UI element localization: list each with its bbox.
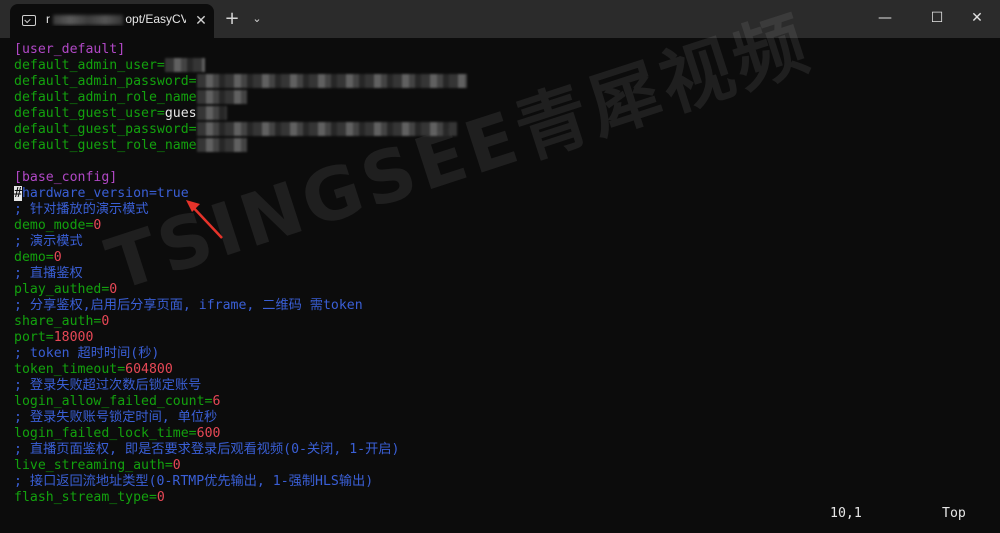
terminal-line: ; 演示模式 — [14, 234, 994, 250]
line-segment: flash_stream_type= — [14, 490, 157, 505]
line-segment: 0 — [101, 314, 110, 329]
line-segment: ; 直播鉴权 — [14, 266, 83, 281]
terminal-line: ; 针对播放的演示模式 — [14, 202, 994, 218]
line-segment: default_admin_user= — [14, 58, 165, 73]
new-tab-button[interactable]: + — [222, 9, 242, 29]
line-segment: share_auth= — [14, 314, 102, 329]
line-segment: demo= — [14, 250, 54, 265]
close-window-button[interactable]: ✕ — [954, 0, 1000, 36]
red-arrow-annotation — [186, 200, 223, 239]
terminal-line: default_guest_password= — [14, 122, 994, 138]
tab-title: r opt/EasyCVR- — [46, 12, 186, 26]
terminal-line: ; 接口返回流地址类型(0-RTMP优先输出, 1-强制HLS输出) — [14, 474, 994, 490]
line-segment: # — [14, 186, 22, 201]
tab-terminal[interactable]: r opt/EasyCVR- ✕ — [10, 4, 214, 38]
line-segment: live_streaming_auth= — [14, 458, 173, 473]
minimize-button[interactable]: — — [862, 0, 908, 36]
line-segment: default_admin_role_name — [14, 90, 197, 105]
line-segment: ; 演示模式 — [14, 234, 83, 249]
line-segment: 0 — [156, 490, 165, 505]
title-bar: r opt/EasyCVR- ✕ + ⌄ — ☐ ✕ — [0, 0, 1000, 38]
terminal-line: login_allow_failed_count=6 — [14, 394, 994, 410]
line-segment: demo_mode= — [14, 218, 94, 233]
line-segment: default_guest_password= — [14, 122, 197, 137]
terminal-line: default_guest_user=gues — [14, 106, 994, 122]
terminal-line: #hardware_version=true — [14, 186, 994, 202]
line-segment: ; 接口返回流地址类型(0-RTMP优先输出, 1-强制HLS输出) — [14, 474, 374, 489]
terminal-icon — [22, 15, 36, 26]
terminal-line: share_auth=0 — [14, 314, 994, 330]
terminal-line: login_failed_lock_time=600 — [14, 426, 994, 442]
line-segment: default_guest_user= — [14, 106, 165, 121]
tab-dropdown-icon[interactable]: ⌄ — [248, 9, 266, 29]
terminal-line: ; 直播页面鉴权, 即是否要求登录后观看视频(0-关闭, 1-开启) — [14, 442, 994, 458]
line-segment: 6 — [212, 394, 221, 409]
cursor-position: 10,1 — [830, 506, 862, 521]
tab-title-prefix: r — [46, 12, 50, 26]
terminal-line: default_admin_password= — [14, 74, 994, 90]
line-segment: [user_default] — [14, 42, 126, 57]
line-segment: hardware_version=true — [21, 186, 189, 201]
redacted-value — [196, 74, 467, 88]
terminal-line: ; 登录失败超过次数后锁定账号 — [14, 378, 994, 394]
terminal-window: r opt/EasyCVR- ✕ + ⌄ — ☐ ✕ TSINGSEE青犀视频 … — [0, 0, 1000, 533]
terminal-line: demo=0 — [14, 250, 994, 266]
line-segment: 18000 — [53, 330, 94, 345]
redacted-value — [196, 90, 247, 104]
line-segment: ; 登录失败账号锁定时间, 单位秒 — [14, 410, 218, 425]
terminal-line: ; 直播鉴权 — [14, 266, 994, 282]
line-segment: login_failed_lock_time= — [14, 426, 197, 441]
line-segment: 604800 — [125, 362, 173, 377]
redacted-value — [196, 138, 247, 152]
line-segment: default_guest_role_name — [14, 138, 197, 153]
tab-title-suffix: opt/EasyCVR- — [125, 12, 186, 26]
terminal-line: live_streaming_auth=0 — [14, 458, 994, 474]
terminal-line: ; token 超时时间(秒) — [14, 346, 994, 362]
terminal-line: ; 登录失败账号锁定时间, 单位秒 — [14, 410, 994, 426]
terminal-line: default_admin_user= — [14, 58, 994, 74]
redacted-path — [53, 14, 124, 25]
terminal-line: token_timeout=604800 — [14, 362, 994, 378]
terminal-line: default_guest_role_name — [14, 138, 994, 154]
terminal-line: play_authed=0 — [14, 282, 994, 298]
line-segment: 0 — [53, 250, 62, 265]
terminal-content[interactable]: [user_default] default_admin_user= default… — [14, 42, 994, 512]
line-segment: gues — [164, 106, 197, 121]
terminal-line: demo_mode=0 — [14, 218, 994, 234]
terminal-line: default_admin_role_name — [14, 90, 994, 106]
terminal-line: flash_stream_type=0 — [14, 490, 994, 506]
line-segment: ; 登录失败超过次数后锁定账号 — [14, 378, 202, 393]
line-segment: token_timeout= — [14, 362, 126, 377]
line-segment: 600 — [196, 426, 221, 441]
redacted-value — [164, 58, 205, 72]
terminal-line: ; 分享鉴权,启用后分享页面, iframe, 二维码 需token — [14, 298, 994, 314]
redacted-value — [196, 122, 457, 136]
tab-close-icon[interactable]: ✕ — [192, 12, 210, 30]
terminal-line: [user_default] — [14, 42, 994, 58]
terminal-line: port=18000 — [14, 330, 994, 346]
redacted-value — [196, 106, 227, 120]
line-segment: 0 — [109, 282, 118, 297]
line-segment: [base_config] — [14, 170, 118, 185]
line-segment: 0 — [172, 458, 181, 473]
line-segment: default_admin_password= — [14, 74, 197, 89]
line-segment: ; token 超时时间(秒) — [14, 346, 160, 361]
line-segment: ; 针对播放的演示模式 — [14, 202, 149, 217]
line-segment: play_authed= — [14, 282, 110, 297]
scroll-indicator: Top — [942, 506, 966, 521]
line-segment: 0 — [93, 218, 102, 233]
line-segment: port= — [14, 330, 54, 345]
terminal-line: [base_config] — [14, 170, 994, 186]
line-segment: ; 直播页面鉴权, 即是否要求登录后观看视频(0-关闭, 1-开启) — [14, 442, 400, 457]
line-segment: login_allow_failed_count= — [14, 394, 213, 409]
line-segment: ; 分享鉴权,启用后分享页面, iframe, 二维码 需token — [14, 298, 363, 313]
